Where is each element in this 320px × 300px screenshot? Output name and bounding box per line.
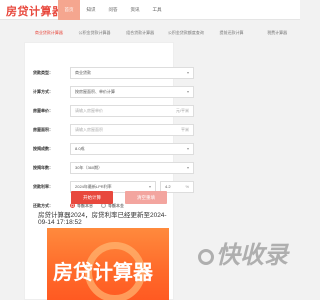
- nav-item-news[interactable]: 资讯: [124, 0, 146, 20]
- row-loan-type: 贷款类型： 商业贷款 ▾: [25, 67, 194, 79]
- loan-type-label: 贷款类型：: [33, 70, 53, 75]
- percent-icon: %: [185, 184, 189, 189]
- ratio-value: 8.0成: [75, 146, 85, 151]
- area-label: 房屋面积：: [33, 127, 53, 132]
- area-unit: 平米: [181, 127, 189, 132]
- tab-fund-quota[interactable]: 公积金贷款额度查询: [163, 26, 209, 40]
- banner-text: 房贷计算器: [53, 262, 153, 284]
- watermark-logo-icon: [198, 248, 214, 265]
- calc-method-value: 按房屋面积、单价计算: [75, 89, 115, 94]
- loan-type-select[interactable]: 商业贷款 ▾: [70, 67, 194, 79]
- chevron-down-icon: ▾: [186, 146, 189, 151]
- tab-prepayment[interactable]: 提前还款计算: [209, 26, 255, 40]
- nav-item-home[interactable]: 首页: [58, 0, 80, 20]
- main-nav: 首页 知识 问答 资讯 工具: [58, 0, 168, 20]
- row-calc-method: 计算方式： 按房屋面积、单价计算 ▾: [25, 86, 194, 98]
- chevron-down-icon: ▾: [186, 165, 189, 170]
- row-years: 按揭年数： 30年（360期） ▾: [25, 162, 194, 174]
- calc-method-select[interactable]: 按房屋面积、单价计算 ▾: [70, 86, 194, 98]
- rate-extra-value: 4.2: [165, 184, 171, 189]
- calculator-tabs: 商业贷款计算器 公积金贷款计算器 组合贷款计算器 公积金贷款额度查询 提前还款计…: [0, 26, 300, 40]
- tab-housing-fund-loan[interactable]: 公积金贷款计算器: [72, 26, 118, 40]
- years-value: 30年（360期）: [75, 165, 103, 170]
- ratio-label: 按揭成数：: [33, 146, 53, 151]
- tab-commercial-loan[interactable]: 商业贷款计算器: [26, 26, 72, 40]
- price-placeholder: 请输入房屋单价: [75, 108, 103, 113]
- price-label: 房屋单价：: [33, 108, 53, 113]
- ratio-select[interactable]: 8.0成 ▾: [70, 143, 194, 155]
- years-label: 按揭年数：: [33, 165, 53, 170]
- article-banner-image[interactable]: 房贷计算器: [47, 228, 169, 300]
- top-header: 房贷计算器 首页 知识 问答 资讯 工具: [0, 0, 300, 20]
- years-select[interactable]: 30年（360期） ▾: [70, 162, 194, 174]
- repay-label: 还款方式：: [33, 203, 53, 208]
- watermark: 快收录: [198, 235, 288, 270]
- article-title[interactable]: 房贷计算器2024，房贷利率已经更新至2024-09-14 17:18:52: [38, 212, 168, 226]
- radio-checked-icon: [70, 203, 75, 209]
- calc-method-label: 计算方式：: [33, 89, 53, 94]
- price-input[interactable]: 请输入房屋单价 元/平米: [70, 105, 194, 117]
- row-ratio: 按揭成数： 8.0成 ▾: [25, 143, 194, 155]
- tab-combined-loan[interactable]: 组合贷款计算器: [117, 26, 163, 40]
- row-price: 房屋单价： 请输入房屋单价 元/平米: [25, 105, 194, 117]
- nav-item-knowledge[interactable]: 知识: [80, 0, 102, 20]
- nav-item-qa[interactable]: 问答: [102, 0, 124, 20]
- radio-unchecked-icon: [101, 203, 106, 209]
- row-area: 房屋面积： 请输入房屋面积 平米: [25, 124, 194, 136]
- tab-tax[interactable]: 税费计算器: [254, 26, 300, 40]
- watermark-text: 快收录: [216, 242, 288, 269]
- area-placeholder: 请输入房屋面积: [75, 127, 103, 132]
- rate-label: 贷款利率：: [33, 184, 53, 189]
- chevron-down-icon: ▾: [186, 89, 189, 94]
- calculate-button[interactable]: 开始计算: [71, 191, 113, 204]
- rate-value: 2024年最新LPR利率: [75, 184, 112, 189]
- price-unit: 元/平米: [175, 108, 189, 113]
- chevron-down-icon: ▾: [186, 70, 189, 75]
- site-logo[interactable]: 房贷计算器: [6, 3, 64, 19]
- reset-button[interactable]: 清空重填: [125, 191, 167, 204]
- loan-type-value: 商业贷款: [75, 70, 91, 75]
- area-input[interactable]: 请输入房屋面积 平米: [70, 124, 194, 136]
- nav-item-tools[interactable]: 工具: [146, 0, 168, 20]
